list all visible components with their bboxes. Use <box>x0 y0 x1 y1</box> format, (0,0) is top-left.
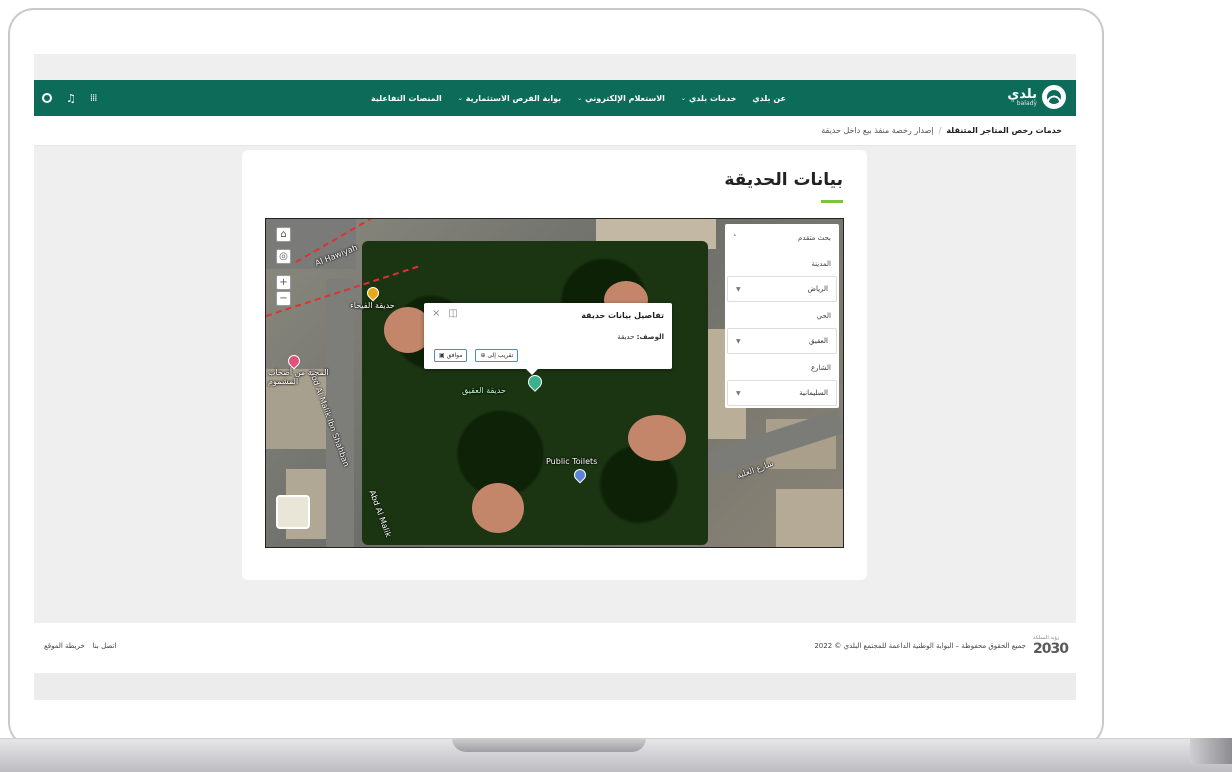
breadcrumb: خدمات رخص المتاجر المتنقلة / إصدار رخصة … <box>34 116 1076 146</box>
advanced-search-title: بحث متقدم <box>798 234 831 242</box>
balady-logo-icon <box>1042 85 1066 109</box>
breadcrumb-current: إصدار رخصة منفذ بيع داخل حديقة <box>821 126 934 135</box>
user-icon[interactable] <box>42 93 52 103</box>
street-label: الشارع <box>810 364 831 372</box>
locate-icon[interactable]: ◎ <box>276 249 291 264</box>
popup-desc-value: حديقة <box>617 333 635 341</box>
home-icon[interactable]: ⌂ <box>276 227 291 242</box>
city-select[interactable]: الرياض ▼ <box>727 276 837 302</box>
laptop-notch <box>452 738 646 752</box>
footer-links: اتصل بنا خريطة الموقع <box>44 642 116 650</box>
garden-label-left: حديقة الفيحاء <box>350 301 395 310</box>
footer: رؤية المملكة 2030 جميع الحقوق محفوظة – ا… <box>34 623 1076 673</box>
ok-button[interactable]: ▣ موافق <box>434 349 468 362</box>
balady-logo[interactable]: بلدي balady <box>1007 85 1066 109</box>
magnify-icon: ⊕ <box>480 352 486 359</box>
district-select[interactable]: العقيق ▼ <box>727 328 837 354</box>
popup-title: تفاصيل بيانات حديقة <box>581 311 664 320</box>
breadcrumb-separator: / <box>938 126 942 135</box>
caret-down-icon: ▼ <box>736 285 741 293</box>
header-icons: ♫ ⁞⁞⁞ <box>42 80 97 116</box>
toilets-label: Public Toilets <box>546 457 598 466</box>
place-label: المحبة من أصحاب المشموم <box>268 368 329 386</box>
location-pin-icon[interactable] <box>285 352 303 370</box>
title-underline <box>821 200 843 203</box>
map-building <box>776 489 843 547</box>
top-navigation: بلدي balady عن بلدي خدمات بلدي ⌄ الاستعلا… <box>34 80 1076 116</box>
bell-icon[interactable]: ♫ <box>66 92 76 105</box>
nav-about[interactable]: عن بلدي <box>752 94 786 103</box>
logo-arabic: بلدي <box>1007 86 1037 102</box>
close-icon[interactable]: × <box>432 308 440 319</box>
popup-pointer <box>526 369 538 375</box>
laptop-edge <box>1190 738 1232 764</box>
caret-down-icon: ▼ <box>736 389 741 397</box>
zoom-in-icon[interactable]: + <box>276 275 291 290</box>
chevron-down-icon: ⌄ <box>457 94 463 102</box>
vision-2030-logo: رؤية المملكة 2030 <box>1033 635 1069 657</box>
footer-link-contact[interactable]: اتصل بنا <box>93 642 117 650</box>
park-plaza <box>472 483 524 533</box>
browser-screen: بلدي balady عن بلدي خدمات بلدي ⌄ الاستعلا… <box>34 54 1076 700</box>
nav-services[interactable]: خدمات بلدي ⌄ <box>681 94 736 103</box>
page-title: بيانات الحديقة <box>724 170 843 190</box>
checkbox-icon: ▣ <box>439 352 445 359</box>
basemap-toggle[interactable] <box>276 495 310 529</box>
zoom-to-button[interactable]: ⊕ تقريب إلى <box>475 349 519 362</box>
main-nav: عن بلدي خدمات بلدي ⌄ الاستعلام الإلكتروني… <box>371 80 786 116</box>
footer-link-sitemap[interactable]: خريطة الموقع <box>44 642 85 650</box>
zoom-out-icon[interactable]: − <box>276 291 291 306</box>
breadcrumb-root[interactable]: خدمات رخص المتاجر المتنقلة <box>946 126 1062 135</box>
park-area <box>362 241 708 545</box>
chevron-down-icon: ⌄ <box>577 94 583 102</box>
nav-platforms[interactable]: المنصات التفاعلية <box>371 94 442 103</box>
chevron-down-icon: ⌄ <box>680 94 686 102</box>
district-label: الحي <box>816 312 831 320</box>
dock-icon[interactable]: ◫ <box>448 308 457 319</box>
apps-grid-icon[interactable]: ⁞⁞⁞ <box>90 93 97 104</box>
logo-english: balady <box>1016 99 1037 107</box>
park-plaza <box>628 415 686 461</box>
advanced-search-panel: بحث متقدم ˄ المدينة الرياض ▼ الحي العقيق… <box>725 224 839 408</box>
content-card: بيانات الحديقة Al Hawiyah حديقة الفيحاء … <box>242 150 867 580</box>
bottom-strip <box>34 673 1076 700</box>
popup-desc-label: الوصف: <box>636 333 664 341</box>
caret-down-icon: ▼ <box>736 337 741 345</box>
stage: بلدي balady عن بلدي خدمات بلدي ⌄ الاستعلا… <box>0 0 1232 772</box>
map-view[interactable]: Al Hawiyah حديقة الفيحاء Abd Al Malik Ib… <box>265 218 844 548</box>
chevron-up-icon[interactable]: ˄ <box>733 234 737 242</box>
nav-inquiry[interactable]: الاستعلام الإلكتروني ⌄ <box>577 94 665 103</box>
city-label: المدينة <box>811 260 831 268</box>
popup-description: الوصف: حديقة <box>617 333 664 341</box>
nav-investment[interactable]: بوابة الفرص الاستثمارية ⌄ <box>458 94 561 103</box>
park-details-popup: تفاصيل بيانات حديقة × ◫ الوصف: حديقة ▣ م… <box>424 303 672 375</box>
street-select[interactable]: السليمانية ▼ <box>727 380 837 406</box>
copyright-text: جميع الحقوق محفوظة – البوابة الوطنية الد… <box>814 642 1026 650</box>
garden-label: حديقة العقيق <box>462 386 506 395</box>
